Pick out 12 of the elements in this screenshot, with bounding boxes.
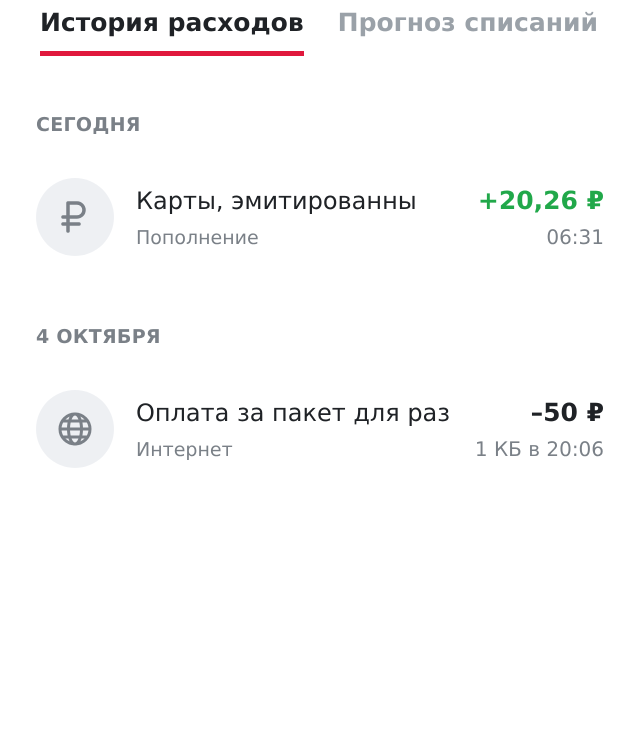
transaction-time: 1 КБ в 20:06 [474, 436, 604, 460]
transaction-category: Интернет [136, 438, 233, 460]
transaction-amount: +20,26 ₽ [478, 186, 604, 214]
globe-icon [57, 411, 93, 447]
transaction-category: Пополнение [136, 226, 259, 248]
transaction-amount: –50 ₽ [530, 398, 604, 426]
section-heading: СЕГОДНЯ [36, 114, 142, 136]
transaction-title: Карты, эмитированны [136, 186, 417, 214]
transaction-title: Оплата за пакет для раз [136, 398, 450, 426]
tab[interactable]: История расходов [40, 8, 304, 56]
section-heading: 4 ОКТЯБРЯ [36, 326, 162, 348]
transaction-time: 06:31 [546, 224, 604, 248]
